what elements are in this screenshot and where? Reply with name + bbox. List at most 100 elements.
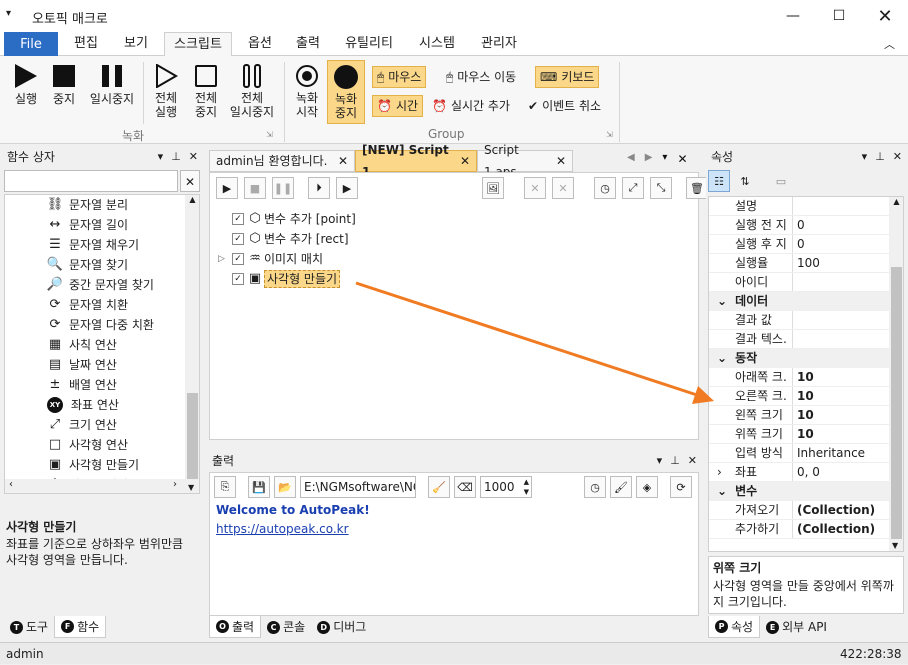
property-value[interactable]: 100 [792, 254, 889, 272]
delete-all-icon[interactable]: ✕ [552, 177, 574, 199]
dialog-launcher-icon[interactable]: ⇲ [606, 130, 613, 139]
tab-debug[interactable]: D 디버그 [311, 616, 372, 638]
list-item[interactable]: ▤ 날짜 연산 [45, 355, 199, 375]
property-value[interactable] [792, 197, 889, 215]
scroll-thumb[interactable] [891, 267, 902, 539]
mouse-toggle[interactable]: 🖱 마우스 [372, 66, 427, 88]
function-list-scrollbar[interactable]: ▲ ▼ [185, 195, 199, 493]
property-row[interactable]: 아래쪽 크. 10 [709, 368, 889, 387]
property-value[interactable] [792, 311, 889, 329]
delete-item-icon[interactable]: ✕ [524, 177, 546, 199]
script-row[interactable]: ✓ ⬡ 변수 추가 [point] [216, 209, 692, 229]
homepage-link[interactable]: https://autopeak.co.kr [216, 522, 349, 536]
property-row[interactable]: 설명 [709, 197, 889, 216]
tab-welcome[interactable]: admin님 환영합니다. ✕ [209, 150, 355, 172]
eraser-icon[interactable]: ⌫ [454, 476, 476, 498]
event-cancel-toggle[interactable]: ✔ 이벤트 취소 [524, 95, 605, 117]
tab-external-api[interactable]: E 외부 API [760, 616, 833, 638]
brush-icon[interactable]: 🖌 [610, 476, 632, 498]
scroll-down-icon[interactable]: ▼ [892, 541, 898, 550]
pin-icon[interactable]: ⊥ [171, 146, 181, 168]
property-value[interactable] [792, 330, 889, 348]
scroll-up-icon[interactable]: ▲ [889, 197, 903, 206]
save-icon[interactable]: 💾 [248, 476, 270, 498]
tab-prev-icon[interactable]: ◀ [627, 152, 635, 166]
close-icon[interactable]: ✕ [189, 146, 198, 168]
dropdown-icon[interactable]: ▾ [158, 146, 164, 168]
clock-icon[interactable]: ◷ [584, 476, 606, 498]
close-button[interactable]: ✕ [862, 0, 908, 32]
menu-options[interactable]: 옵션 [238, 32, 282, 56]
line-count-stepper[interactable]: 1000 ▲ ▼ [480, 476, 532, 498]
pause-all-button[interactable]: 전체 일시중지 [226, 64, 278, 119]
chevron-down-icon[interactable]: ⌄ [717, 484, 727, 498]
property-value[interactable]: 10 [792, 406, 889, 424]
checkbox[interactable]: ✓ [232, 233, 244, 245]
property-row[interactable]: 왼쪽 크기 10 [709, 406, 889, 425]
maximize-button[interactable]: ☐ [816, 0, 862, 32]
trash-icon[interactable]: 🗑 [686, 177, 708, 199]
stop-button[interactable]: 중지 [48, 64, 80, 106]
menu-admin[interactable]: 관리자 [472, 32, 526, 56]
scroll-left-icon[interactable]: ‹ [9, 479, 13, 490]
fill-icon[interactable]: ◈ [636, 476, 658, 498]
pin-icon[interactable]: ⊥ [670, 450, 680, 472]
dropdown-icon[interactable]: ▾ [862, 146, 868, 168]
property-row[interactable]: 추가하기 (Collection) [709, 520, 889, 539]
tab-script-aps[interactable]: Script 1.aps✕ [477, 143, 573, 179]
list-item[interactable]: 🔎 중간 문자열 찾기 [45, 275, 199, 295]
property-row[interactable]: › 좌표 0, 0 [709, 463, 889, 482]
chevron-down-icon[interactable]: ⌄ [717, 294, 727, 308]
menu-view[interactable]: 보기 [114, 32, 158, 56]
scroll-right-icon[interactable]: › [173, 479, 177, 490]
property-row[interactable]: 결과 텍스. [709, 330, 889, 349]
property-row[interactable]: 가져오기 (Collection) [709, 501, 889, 520]
tab-list-icon[interactable]: ▾ [662, 152, 667, 166]
close-icon[interactable]: ✕ [338, 150, 348, 172]
script-row[interactable]: ▷ ✓ ♒ 이미지 매치 [216, 249, 692, 269]
property-value[interactable] [792, 273, 889, 291]
property-value[interactable]: 0, 0 [792, 463, 889, 481]
tab-properties[interactable]: P 속성 [708, 616, 761, 638]
scroll-up-icon[interactable]: ▲ [185, 195, 199, 204]
property-category[interactable]: ⌄ 데이터 [709, 292, 889, 311]
menu-system[interactable]: 시스템 [410, 32, 464, 56]
stop-all-button[interactable]: 전체 중지 [188, 64, 224, 119]
property-value[interactable]: 0 [792, 216, 889, 234]
list-item[interactable]: ± 배열 연산 [45, 375, 199, 395]
close-icon[interactable]: ✕ [460, 150, 470, 172]
list-item[interactable]: □ 사각형 연산 [45, 435, 199, 455]
collapse-icon[interactable]: ⤡ [650, 177, 672, 199]
image-icon[interactable]: 🖼 [482, 177, 504, 199]
list-item[interactable]: 🔍 문자열 찾기 [45, 255, 199, 275]
chevron-down-icon[interactable]: ⌄ [717, 351, 727, 365]
property-value[interactable]: 0 [792, 235, 889, 253]
property-pages-icon[interactable]: ▭ [770, 170, 792, 192]
property-row[interactable]: 오른쪽 크. 10 [709, 387, 889, 406]
list-item[interactable]: ↔ 문자열 길이 [45, 215, 199, 235]
collapse-ribbon-icon[interactable]: ︿ [884, 36, 895, 52]
play-filled-box-icon[interactable]: ▶ [336, 177, 358, 199]
script-row[interactable]: ✓ ▣ 사각형 만들기 [216, 269, 692, 289]
list-item[interactable]: ▦ 사칙 연산 [45, 335, 199, 355]
log-path-input[interactable]: E:\NGMsoftware\NG [300, 476, 416, 498]
function-search-input[interactable] [4, 170, 178, 192]
open-folder-icon[interactable]: 📂 [274, 476, 296, 498]
property-value[interactable]: 10 [792, 387, 889, 405]
pin-icon[interactable]: ⊥ [875, 146, 885, 168]
property-value[interactable]: 10 [792, 425, 889, 443]
time-toggle[interactable]: ⏰ 시간 [372, 95, 424, 117]
refresh-icon[interactable]: ⟳ [670, 476, 692, 498]
property-row[interactable]: 실행율 100 [709, 254, 889, 273]
play-icon[interactable]: ▶ [216, 177, 238, 199]
list-item[interactable]: ⤢ 크기 연산 [45, 415, 199, 435]
property-row[interactable]: 입력 방식 Inheritance [709, 444, 889, 463]
new-log-icon[interactable]: ⎘ [214, 476, 236, 498]
list-item[interactable]: ☰ 문자열 채우기 [45, 235, 199, 255]
close-icon[interactable]: ✕ [677, 152, 687, 166]
property-row[interactable]: 위쪽 크기 10 [709, 425, 889, 444]
property-category[interactable]: ⌄ 동작 [709, 349, 889, 368]
categorized-icon[interactable]: ☷ [708, 170, 730, 192]
scroll-down-icon[interactable]: ▼ [188, 483, 194, 492]
pause-button[interactable]: 일시중지 [86, 64, 138, 106]
